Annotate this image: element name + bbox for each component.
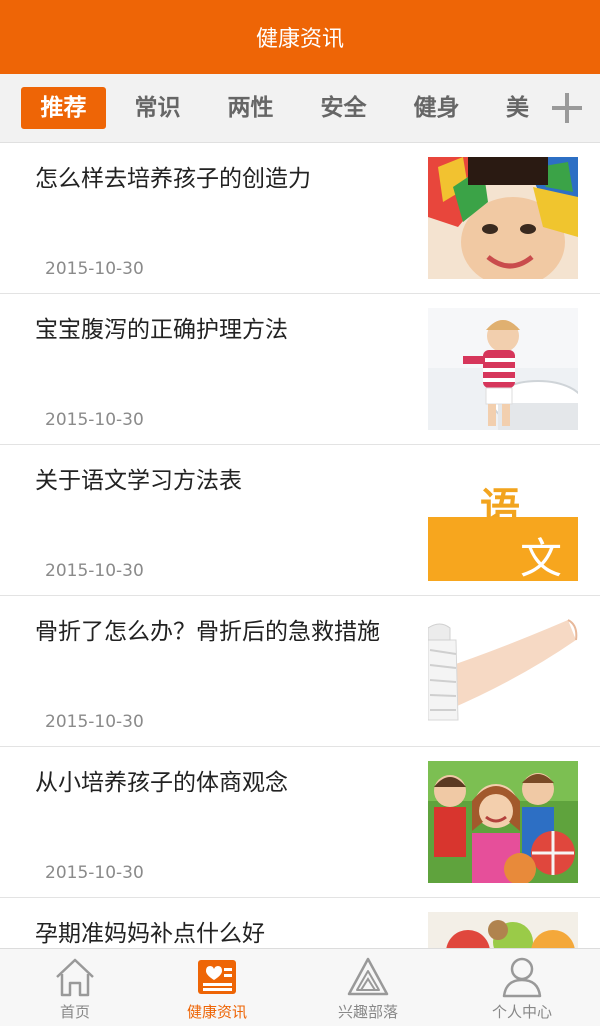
nav-label: 个人中心 xyxy=(491,1003,552,1021)
category-tab-bar[interactable]: 推荐 常识 两性 安全 健身 美 xyxy=(0,74,600,143)
article-date: 2015-10-30 xyxy=(45,410,144,430)
article-date: 2015-10-30 xyxy=(45,863,144,883)
article-title: 宝宝腹泻的正确护理方法 xyxy=(35,317,288,343)
tribe-icon xyxy=(347,957,389,996)
home-icon xyxy=(56,958,94,997)
user-icon xyxy=(502,957,542,998)
article-thumbnail xyxy=(428,157,578,279)
article-date: 2015-10-30 xyxy=(45,712,144,732)
thumbnail-text: 文 xyxy=(520,534,563,581)
nav-personal-center[interactable]: 个人中心 xyxy=(447,949,597,1026)
nav-interest-tribe[interactable]: 兴趣部落 xyxy=(293,949,443,1026)
article-date: 2015-10-30 xyxy=(45,561,144,581)
article-title: 从小培养孩子的体商观念 xyxy=(35,770,288,796)
tab-recommend[interactable]: 推荐 xyxy=(21,87,106,129)
tab-fitness[interactable]: 健身 xyxy=(399,87,474,129)
article-thumbnail xyxy=(428,610,578,732)
article-thumbnail: 语 文 xyxy=(428,459,578,581)
article-title: 孕期准妈妈补点什么好 xyxy=(35,921,265,947)
plus-icon xyxy=(552,93,582,123)
tab-safety[interactable]: 安全 xyxy=(306,87,381,129)
nav-label: 首页 xyxy=(59,1003,90,1021)
article-title: 骨折了怎么办？骨折后的急救措施 xyxy=(35,619,380,645)
nav-label: 兴趣部落 xyxy=(337,1003,398,1021)
list-item[interactable]: 孕期准妈妈补点什么好 xyxy=(0,898,600,948)
article-title: 怎么样去培养孩子的创造力 xyxy=(35,166,311,192)
list-item[interactable]: 从小培养孩子的体商观念 2015-10-30 xyxy=(0,747,600,898)
news-icon xyxy=(198,960,236,994)
list-item[interactable]: 骨折了怎么办？骨折后的急救措施 2015-10-30 xyxy=(0,596,600,747)
nav-home[interactable]: 首页 xyxy=(0,949,150,1026)
nav-health-news[interactable]: 健康资讯 xyxy=(142,949,292,1026)
list-item[interactable]: 怎么样去培养孩子的创造力 2015-10-30 xyxy=(0,143,600,294)
tab-sexes[interactable]: 两性 xyxy=(213,87,288,129)
app-header: 健康资讯 xyxy=(0,0,600,74)
article-title: 关于语文学习方法表 xyxy=(35,468,242,494)
bottom-navigation: 首页 健康资讯 兴趣部落 个人中心 xyxy=(0,948,600,1026)
article-date: 2015-10-30 xyxy=(45,259,144,279)
page-title: 健康资讯 xyxy=(255,27,344,52)
list-item[interactable]: 关于语文学习方法表 2015-10-30 语 文 xyxy=(0,445,600,596)
article-thumbnail xyxy=(428,912,578,948)
article-list[interactable]: 怎么样去培养孩子的创造力 2015-10-30 宝宝腹泻的正确护理方法 2015… xyxy=(0,143,600,948)
tab-common-sense[interactable]: 常识 xyxy=(120,87,195,129)
nav-label: 健康资讯 xyxy=(186,1003,247,1021)
add-category-button[interactable] xyxy=(534,74,600,142)
list-item[interactable]: 宝宝腹泻的正确护理方法 2015-10-30 xyxy=(0,294,600,445)
article-thumbnail xyxy=(428,761,578,883)
article-thumbnail xyxy=(428,308,578,430)
